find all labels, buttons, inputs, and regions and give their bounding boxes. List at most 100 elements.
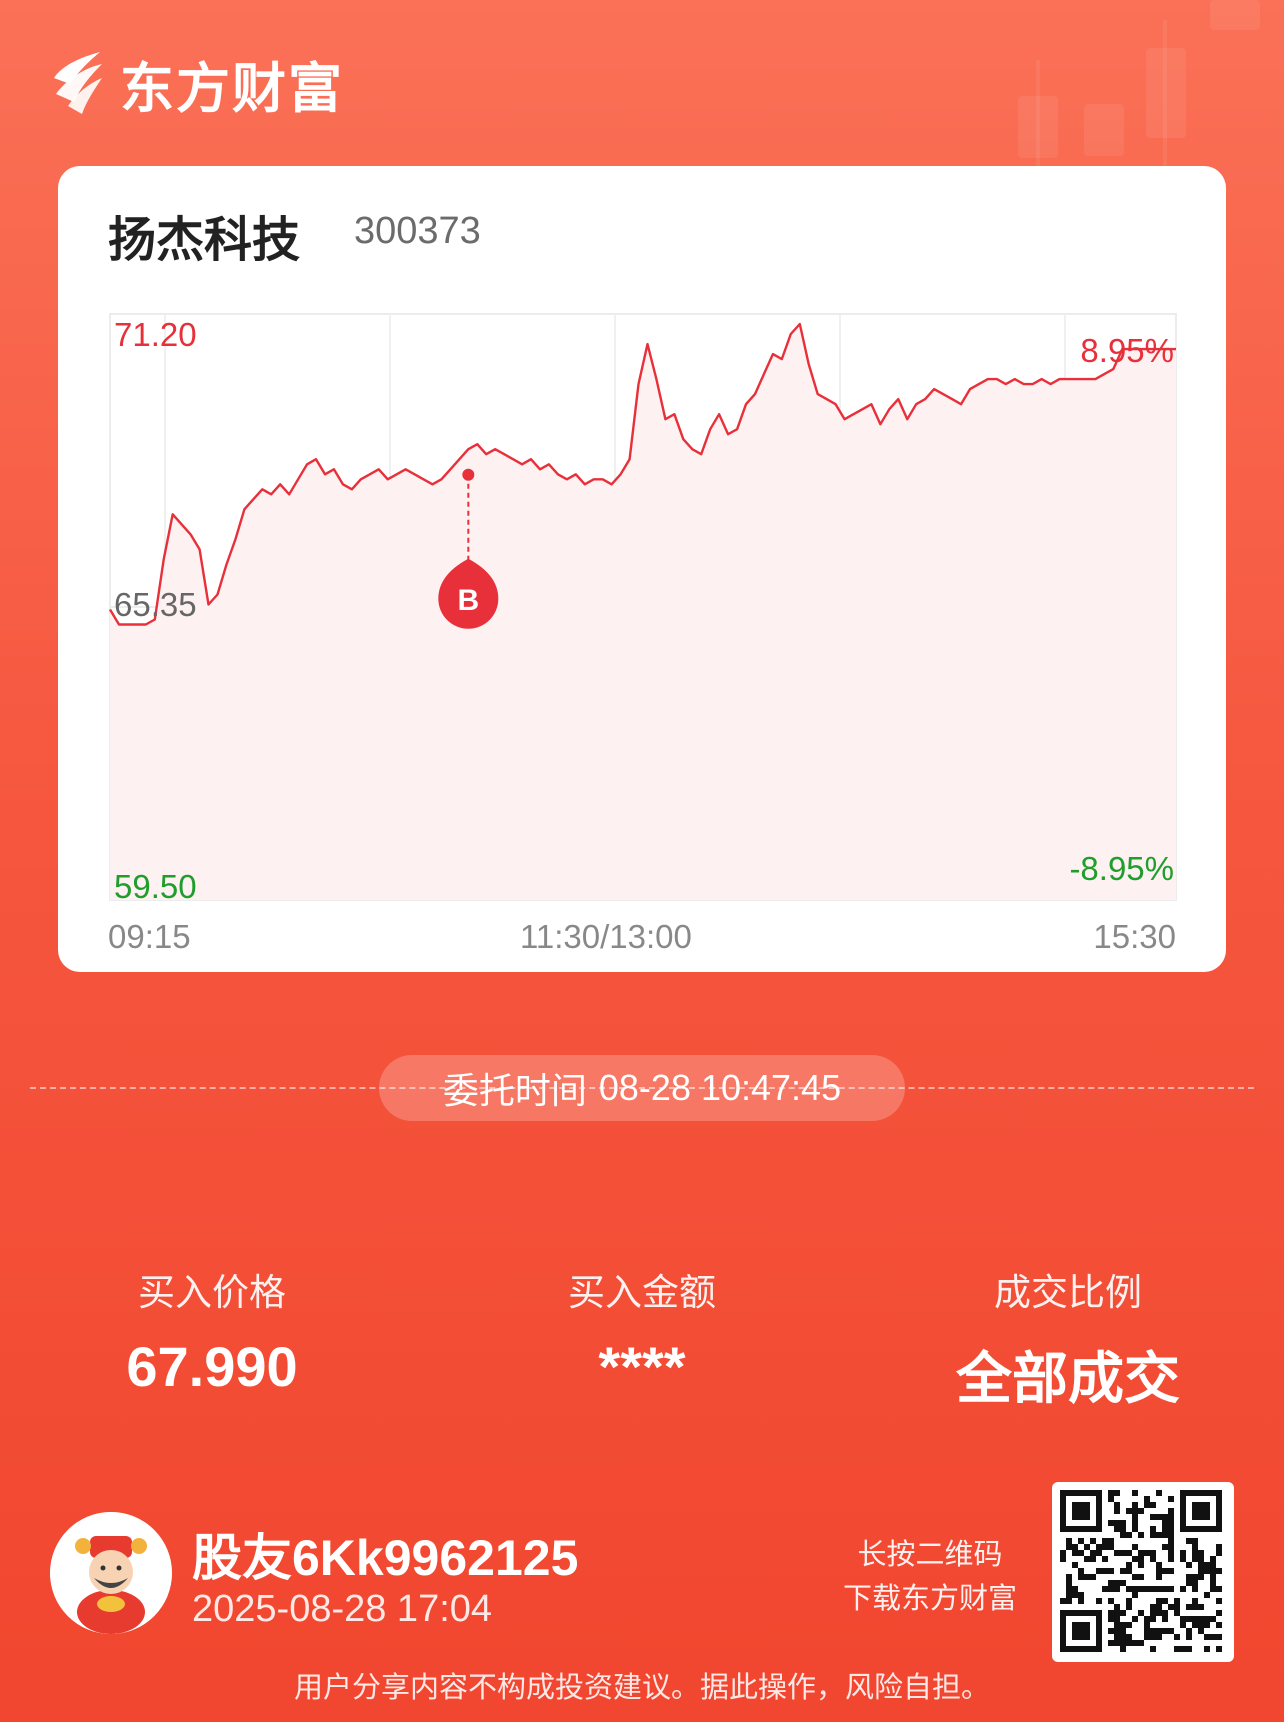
qr-module — [1066, 1574, 1072, 1580]
user-name: 股友6Kk9962125 — [192, 1530, 579, 1586]
qr-module — [1108, 1520, 1114, 1526]
qr-module — [1102, 1544, 1108, 1550]
qr-module — [1090, 1556, 1096, 1562]
stat-value: **** — [598, 1335, 686, 1398]
qr-module — [1168, 1538, 1174, 1544]
qr-module — [1120, 1526, 1126, 1532]
qr-module — [1138, 1610, 1144, 1616]
qr-module — [1168, 1520, 1174, 1526]
price-tick-mid: 65.35 — [114, 586, 197, 623]
qr-module — [1108, 1628, 1114, 1634]
order-time-label: 委托时间 — [442, 1071, 587, 1112]
qr-module — [1138, 1574, 1144, 1580]
qr-module — [1168, 1556, 1174, 1562]
decor-candle — [1084, 104, 1124, 156]
qr-module — [1168, 1532, 1174, 1538]
qr-module — [1216, 1550, 1222, 1556]
qr-module — [1204, 1568, 1210, 1574]
qr-module — [1168, 1526, 1174, 1532]
qr-module — [1126, 1598, 1132, 1604]
qr-module — [1072, 1586, 1078, 1592]
qr-finder-inner — [1072, 1622, 1090, 1640]
qr-module — [1090, 1574, 1096, 1580]
qr-module — [1186, 1634, 1192, 1640]
qr-module — [1072, 1562, 1078, 1568]
avatar[interactable] — [50, 1512, 172, 1634]
pct-tick-high: 8.95% — [1080, 332, 1174, 369]
qr-module — [1150, 1616, 1156, 1622]
qr-module — [1216, 1646, 1222, 1652]
qr-module — [1198, 1616, 1204, 1622]
qr-hint-line1: 长按二维码 — [857, 1537, 1003, 1571]
qr-module — [1120, 1640, 1126, 1646]
qr-module — [1192, 1550, 1198, 1556]
qr-module — [1198, 1562, 1204, 1568]
qr-module — [1168, 1586, 1174, 1592]
qr-module — [1204, 1622, 1210, 1628]
qr-code[interactable] — [1052, 1482, 1234, 1662]
qr-module — [1114, 1580, 1120, 1586]
qr-module — [1108, 1544, 1114, 1550]
qr-module — [1186, 1580, 1192, 1586]
qr-module — [1210, 1634, 1216, 1640]
qr-module — [1192, 1598, 1198, 1604]
qr-module — [1132, 1544, 1138, 1550]
stock-card: 扬杰科技 300373 B 71.20 65.35 59.50 8.95% -8… — [58, 166, 1226, 972]
qr-module — [1120, 1610, 1126, 1616]
qr-module — [1120, 1634, 1126, 1640]
decor-candle — [1146, 48, 1186, 138]
buy-marker-label: B — [457, 584, 479, 617]
qr-module — [1156, 1610, 1162, 1616]
qr-module — [1144, 1550, 1150, 1556]
qr-module — [1216, 1610, 1222, 1616]
qr-module — [1144, 1622, 1150, 1628]
qr-module — [1156, 1568, 1162, 1574]
qr-module — [1150, 1502, 1156, 1508]
qr-module — [1078, 1592, 1084, 1598]
qr-module — [1138, 1550, 1144, 1556]
qr-module — [1156, 1628, 1162, 1634]
qr-module — [1114, 1520, 1120, 1526]
qr-module — [1150, 1646, 1156, 1652]
qr-module — [1168, 1508, 1174, 1514]
qr-module — [1186, 1538, 1192, 1544]
qr-module — [1144, 1502, 1150, 1508]
qr-module — [1156, 1490, 1162, 1496]
qr-module — [1132, 1526, 1138, 1532]
qr-module — [1102, 1586, 1108, 1592]
qr-module — [1174, 1610, 1180, 1616]
qr-module — [1120, 1550, 1126, 1556]
qr-module — [1192, 1574, 1198, 1580]
qr-module — [1186, 1604, 1192, 1610]
qr-module — [1210, 1556, 1216, 1562]
qr-module — [1198, 1604, 1204, 1610]
qr-module — [1126, 1568, 1132, 1574]
qr-module — [1150, 1556, 1156, 1562]
qr-module — [1102, 1568, 1108, 1574]
qr-module — [1096, 1550, 1102, 1556]
qr-module — [1132, 1574, 1138, 1580]
qr-module — [1150, 1532, 1156, 1538]
qr-module — [1108, 1538, 1114, 1544]
x-tick-end: 15:30 — [1093, 918, 1176, 955]
qr-module — [1162, 1544, 1168, 1550]
qr-module — [1120, 1532, 1126, 1538]
qr-module — [1114, 1628, 1120, 1634]
qr-module — [1150, 1634, 1156, 1640]
qr-module — [1204, 1562, 1210, 1568]
qr-module — [1174, 1604, 1180, 1610]
qr-module — [1162, 1568, 1168, 1574]
stat-fill-ratio: 成交比例 全部成交 — [918, 1262, 1218, 1415]
qr-module — [1186, 1616, 1192, 1622]
qr-module — [1198, 1550, 1204, 1556]
pct-tick-low: -8.95% — [1069, 850, 1174, 887]
qr-module — [1162, 1514, 1168, 1520]
qr-module — [1204, 1634, 1210, 1640]
qr-module — [1180, 1586, 1186, 1592]
qr-module — [1210, 1568, 1216, 1574]
qr-module — [1204, 1616, 1210, 1622]
qr-module — [1084, 1556, 1090, 1562]
qr-module — [1132, 1592, 1138, 1598]
qr-module — [1186, 1646, 1192, 1652]
stat-label: 成交比例 — [994, 1271, 1142, 1314]
